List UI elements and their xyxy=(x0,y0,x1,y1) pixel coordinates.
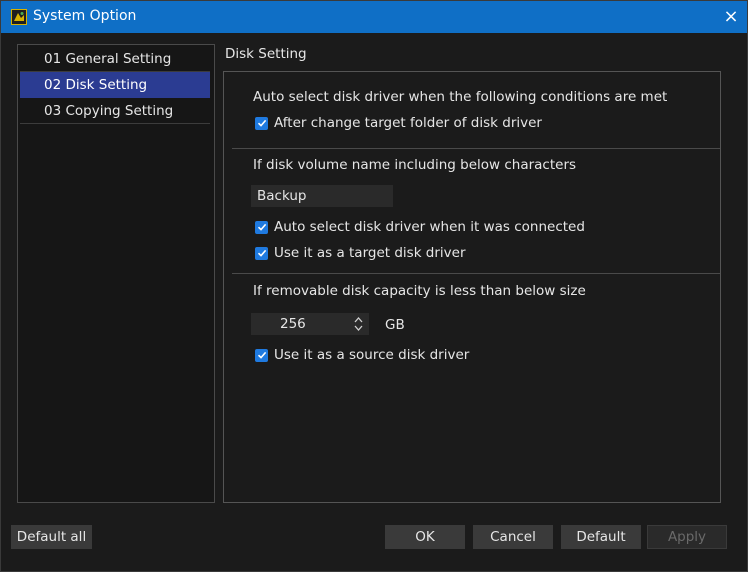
after-change-label: After change target folder of disk drive… xyxy=(274,115,542,131)
sidebar-item-general-setting[interactable]: 01 General Setting xyxy=(20,46,210,72)
default-button[interactable]: Default xyxy=(561,525,641,549)
sidebar-item-disk-setting[interactable]: 02 Disk Setting xyxy=(20,72,210,98)
use-target-label: Use it as a target disk driver xyxy=(274,245,466,261)
auto-select-checkbox[interactable] xyxy=(255,220,268,234)
sidebar-item-label: 02 Disk Setting xyxy=(44,77,148,93)
close-icon[interactable]: × xyxy=(715,1,747,33)
sidebar-item-copying-setting[interactable]: 03 Copying Setting xyxy=(20,98,210,124)
auto-select-label: Auto select disk driver when it was conn… xyxy=(274,219,585,235)
group1-heading: Auto select disk driver when the followi… xyxy=(253,89,668,105)
use-source-label: Use it as a source disk driver xyxy=(274,347,470,363)
volume-name-input[interactable]: Backup xyxy=(251,185,393,207)
capacity-spinbox[interactable]: 256 xyxy=(251,313,369,335)
checkmark-icon xyxy=(257,223,266,231)
use-target-checkbox[interactable] xyxy=(255,246,268,260)
system-option-window: System Option × 01 General Setting 02 Di… xyxy=(0,0,748,572)
sidebar-item-label: 03 Copying Setting xyxy=(44,103,174,119)
spin-arrows-icon[interactable] xyxy=(354,316,363,332)
after-change-option[interactable]: After change target folder of disk drive… xyxy=(255,115,542,131)
section-title: Disk Setting xyxy=(225,46,307,62)
capacity-unit: GB xyxy=(385,317,405,333)
checkmark-icon xyxy=(257,249,266,257)
group3-heading: If removable disk capacity is less than … xyxy=(253,283,586,299)
window-title: System Option xyxy=(33,8,137,24)
ok-button[interactable]: OK xyxy=(385,525,465,549)
checkmark-icon xyxy=(257,351,266,359)
group2-heading: If disk volume name including below char… xyxy=(253,157,577,173)
use-source-checkbox[interactable] xyxy=(255,348,268,362)
disk-setting-panel: Auto select disk driver when the followi… xyxy=(223,71,721,503)
checkmark-icon xyxy=(257,119,266,127)
after-change-checkbox[interactable] xyxy=(255,116,268,130)
settings-sidebar: 01 General Setting 02 Disk Setting 03 Co… xyxy=(17,44,215,503)
auto-select-option[interactable]: Auto select disk driver when it was conn… xyxy=(255,219,585,235)
default-all-button[interactable]: Default all xyxy=(11,525,92,549)
cancel-button[interactable]: Cancel xyxy=(473,525,553,549)
divider xyxy=(232,273,720,274)
capacity-value: 256 xyxy=(280,316,306,332)
use-source-option[interactable]: Use it as a source disk driver xyxy=(255,347,469,363)
apply-button[interactable]: Apply xyxy=(647,525,727,549)
app-icon xyxy=(11,9,27,25)
divider xyxy=(232,148,720,149)
title-bar[interactable]: System Option × xyxy=(1,1,747,33)
use-target-option[interactable]: Use it as a target disk driver xyxy=(255,245,466,261)
sidebar-item-label: 01 General Setting xyxy=(44,51,172,67)
